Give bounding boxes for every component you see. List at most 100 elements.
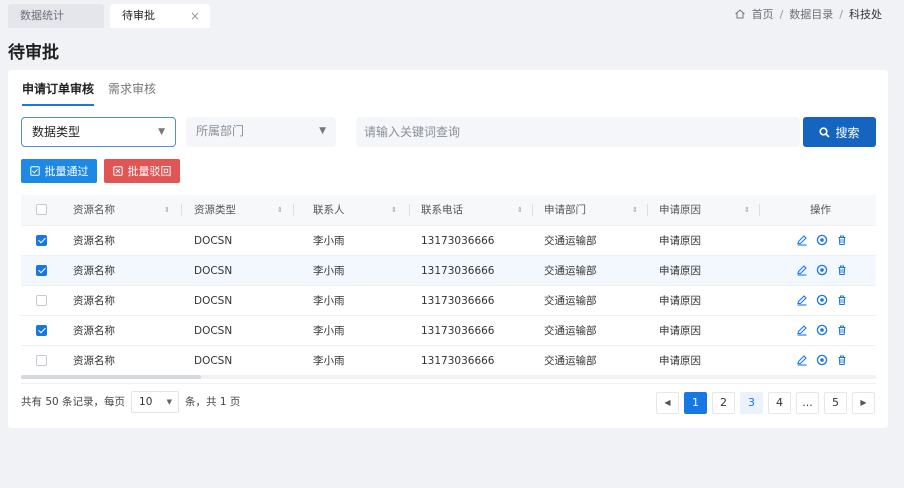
col-header-type: 资源类型 xyxy=(194,204,236,216)
approve-icon xyxy=(29,166,40,176)
row-checkbox[interactable] xyxy=(36,265,47,276)
cell-department: 交通运输部 xyxy=(544,265,597,277)
cell-resource-name: 资源名称 xyxy=(73,325,115,337)
view-icon[interactable] xyxy=(816,324,828,336)
row-checkbox[interactable] xyxy=(36,235,47,246)
row-actions xyxy=(796,294,848,306)
page-title: 待审批 xyxy=(8,43,59,63)
subtab-demand-review[interactable]: 需求审核 xyxy=(108,80,156,106)
table-row[interactable]: 资源名称 DOCSN 李小雨 13173036666 交通运输部 申请原因 xyxy=(21,255,876,285)
delete-icon[interactable] xyxy=(836,324,848,336)
tab-pending-approval[interactable]: 待审批 × xyxy=(110,4,210,28)
select-all-checkbox[interactable] xyxy=(36,204,47,215)
cell-reason: 申请原因 xyxy=(659,295,701,307)
cell-phone: 13173036666 xyxy=(421,355,495,367)
breadcrumb-current: 科技处 xyxy=(849,8,882,21)
scrollbar-thumb[interactable] xyxy=(21,375,201,379)
next-page-button[interactable]: ▶ xyxy=(852,392,875,414)
chevron-down-icon: ▼ xyxy=(319,126,326,136)
view-icon[interactable] xyxy=(816,234,828,246)
sort-icon[interactable]: ⇕ xyxy=(517,195,523,225)
sort-icon[interactable]: ⇕ xyxy=(164,195,170,225)
view-icon[interactable] xyxy=(816,354,828,366)
main-card: 申请订单审核 需求审核 数据类型 ▼ 所属部门 ▼ 搜索 批量通过 批量驳回 资… xyxy=(8,70,888,428)
col-header-reason: 申请原因 xyxy=(659,204,701,216)
cell-resource-type: DOCSN xyxy=(194,235,233,247)
page-button[interactable]: 4 xyxy=(768,392,791,414)
col-header-name: 资源名称 xyxy=(73,204,115,216)
horizontal-scrollbar[interactable] xyxy=(21,375,876,379)
breadcrumb-separator: / xyxy=(779,7,784,21)
row-checkbox[interactable] xyxy=(36,325,47,336)
row-checkbox[interactable] xyxy=(36,295,47,306)
breadcrumb: 首页 / 数据目录 / 科技处 xyxy=(734,6,882,22)
cell-resource-type: DOCSN xyxy=(194,355,233,367)
pagination-summary: 共有 50 条记录，每页 10 ▼ 条，共 1 页 xyxy=(21,390,240,414)
page-button[interactable]: 2 xyxy=(712,392,735,414)
pagination: ◀ 1 2 3 4 ... 5 ▶ xyxy=(656,392,875,414)
reject-icon xyxy=(112,166,123,176)
approval-table: 资源名称 ⇕ 资源类型 ⇕ 联系人 ⇕ 联系电话 ⇕ 申请部门 ⇕ 申请原因 ⇕… xyxy=(21,195,876,375)
cell-phone: 13173036666 xyxy=(421,325,495,337)
edit-icon[interactable] xyxy=(796,234,808,246)
sort-icon[interactable]: ⇕ xyxy=(277,195,283,225)
total-suffix: 条，共 1 页 xyxy=(185,396,241,408)
prev-page-button[interactable]: ◀ xyxy=(656,392,679,414)
row-actions xyxy=(796,324,848,336)
data-type-select[interactable]: 数据类型 ▼ xyxy=(21,117,176,147)
tab-data-statistics[interactable]: 数据统计 xyxy=(8,4,104,28)
column-divider xyxy=(181,204,182,216)
cell-reason: 申请原因 xyxy=(659,325,701,337)
delete-icon[interactable] xyxy=(836,264,848,276)
page-size-select[interactable]: 10 ▼ xyxy=(131,391,180,413)
delete-icon[interactable] xyxy=(836,354,848,366)
breadcrumb-catalog[interactable]: 数据目录 xyxy=(789,6,833,22)
table-row[interactable]: 资源名称 DOCSN 李小雨 13173036666 交通运输部 申请原因 xyxy=(21,345,876,375)
sort-icon[interactable]: ⇕ xyxy=(632,195,638,225)
page-ellipsis[interactable]: ... xyxy=(796,392,819,414)
search-label: 搜索 xyxy=(835,125,860,140)
table-row[interactable]: 资源名称 DOCSN 李小雨 13173036666 交通运输部 申请原因 xyxy=(21,315,876,345)
breadcrumb-separator: / xyxy=(839,7,843,21)
batch-reject-label: 批量驳回 xyxy=(127,165,172,178)
sort-icon[interactable]: ⇕ xyxy=(391,195,397,225)
col-header-phone: 联系电话 xyxy=(421,204,463,216)
table-header: 资源名称 ⇕ 资源类型 ⇕ 联系人 ⇕ 联系电话 ⇕ 申请部门 ⇕ 申请原因 ⇕… xyxy=(21,195,876,225)
table-row[interactable]: 资源名称 DOCSN 李小雨 13173036666 交通运输部 申请原因 xyxy=(21,285,876,315)
page-button[interactable]: 5 xyxy=(824,392,847,414)
cell-resource-type: DOCSN xyxy=(194,265,233,277)
cell-resource-type: DOCSN xyxy=(194,325,233,337)
table-row[interactable]: 资源名称 DOCSN 李小雨 13173036666 交通运输部 申请原因 xyxy=(21,225,876,255)
cell-contact: 李小雨 xyxy=(313,295,345,307)
cell-resource-name: 资源名称 xyxy=(73,355,115,367)
cell-phone: 13173036666 xyxy=(421,265,495,277)
page-button[interactable]: 1 xyxy=(684,392,707,414)
department-placeholder: 所属部门 xyxy=(196,124,245,138)
chevron-down-icon: ▼ xyxy=(166,398,173,406)
batch-approve-button[interactable]: 批量通过 xyxy=(21,159,97,183)
row-actions xyxy=(796,234,848,246)
cell-reason: 申请原因 xyxy=(659,235,701,247)
sort-icon[interactable]: ⇕ xyxy=(744,195,750,225)
edit-icon[interactable] xyxy=(796,354,808,366)
department-select[interactable]: 所属部门 ▼ xyxy=(186,117,336,147)
delete-icon[interactable] xyxy=(836,234,848,246)
keyword-search-input[interactable] xyxy=(356,117,800,147)
breadcrumb-home[interactable]: 首页 xyxy=(752,6,774,22)
data-type-value: 数据类型 xyxy=(32,125,81,139)
view-icon[interactable] xyxy=(816,264,828,276)
row-checkbox[interactable] xyxy=(36,355,47,366)
close-icon[interactable]: × xyxy=(190,4,200,28)
divider xyxy=(21,383,876,384)
cell-department: 交通运输部 xyxy=(544,295,597,307)
delete-icon[interactable] xyxy=(836,294,848,306)
edit-icon[interactable] xyxy=(796,264,808,276)
view-icon[interactable] xyxy=(816,294,828,306)
subtab-order-review[interactable]: 申请订单审核 xyxy=(22,80,95,106)
edit-icon[interactable] xyxy=(796,324,808,336)
batch-reject-button[interactable]: 批量驳回 xyxy=(104,159,180,183)
page-button[interactable]: 3 xyxy=(740,392,763,414)
search-button[interactable]: 搜索 xyxy=(803,117,876,147)
top-tab-bar: 数据统计 待审批 × 首页 / 数据目录 / 科技处 xyxy=(0,0,904,28)
edit-icon[interactable] xyxy=(796,294,808,306)
